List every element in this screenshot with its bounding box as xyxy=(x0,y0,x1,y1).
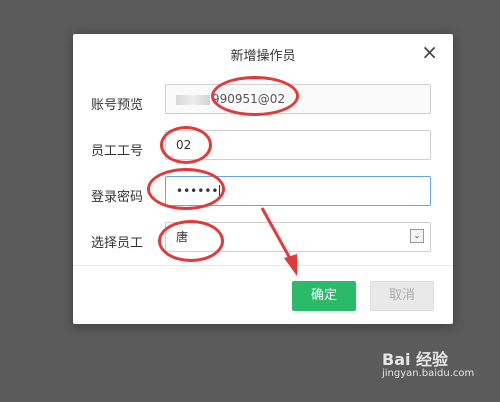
employee-no-input[interactable]: 02 xyxy=(165,130,431,160)
add-operator-dialog: 新增操作员 × 账号预览 990951@02 员工工号 02 登录密码 ••••… xyxy=(73,34,453,324)
password-value: •••••• xyxy=(176,184,219,198)
footer-divider xyxy=(73,265,453,266)
blurred-text xyxy=(176,94,210,105)
employee-no-value: 02 xyxy=(176,138,192,152)
dialog-title: 新增操作员 xyxy=(230,49,296,64)
password-label: 登录密码 xyxy=(91,190,144,205)
account-preview-label: 账号预览 xyxy=(91,98,144,113)
chevron-down-icon[interactable]: ⌄ xyxy=(410,229,424,243)
employee-select-value: 唐 xyxy=(176,230,189,244)
watermark-logo: Bai 经验 xyxy=(382,350,449,369)
employee-select[interactable]: 唐 ⌄ xyxy=(165,222,431,252)
employee-select-label: 选择员工 xyxy=(91,236,144,251)
text-caret xyxy=(219,184,221,199)
watermark-url: jingyan.baidu.com xyxy=(382,368,475,379)
employee-no-label: 员工工号 xyxy=(91,144,144,159)
cancel-button[interactable]: 取消 xyxy=(370,281,434,311)
confirm-button[interactable]: 确定 xyxy=(292,281,356,311)
close-icon[interactable]: × xyxy=(421,42,438,62)
account-preview-field: 990951@02 xyxy=(165,84,431,114)
account-preview-value: 990951@02 xyxy=(212,92,286,106)
password-input[interactable]: •••••• xyxy=(165,176,431,206)
